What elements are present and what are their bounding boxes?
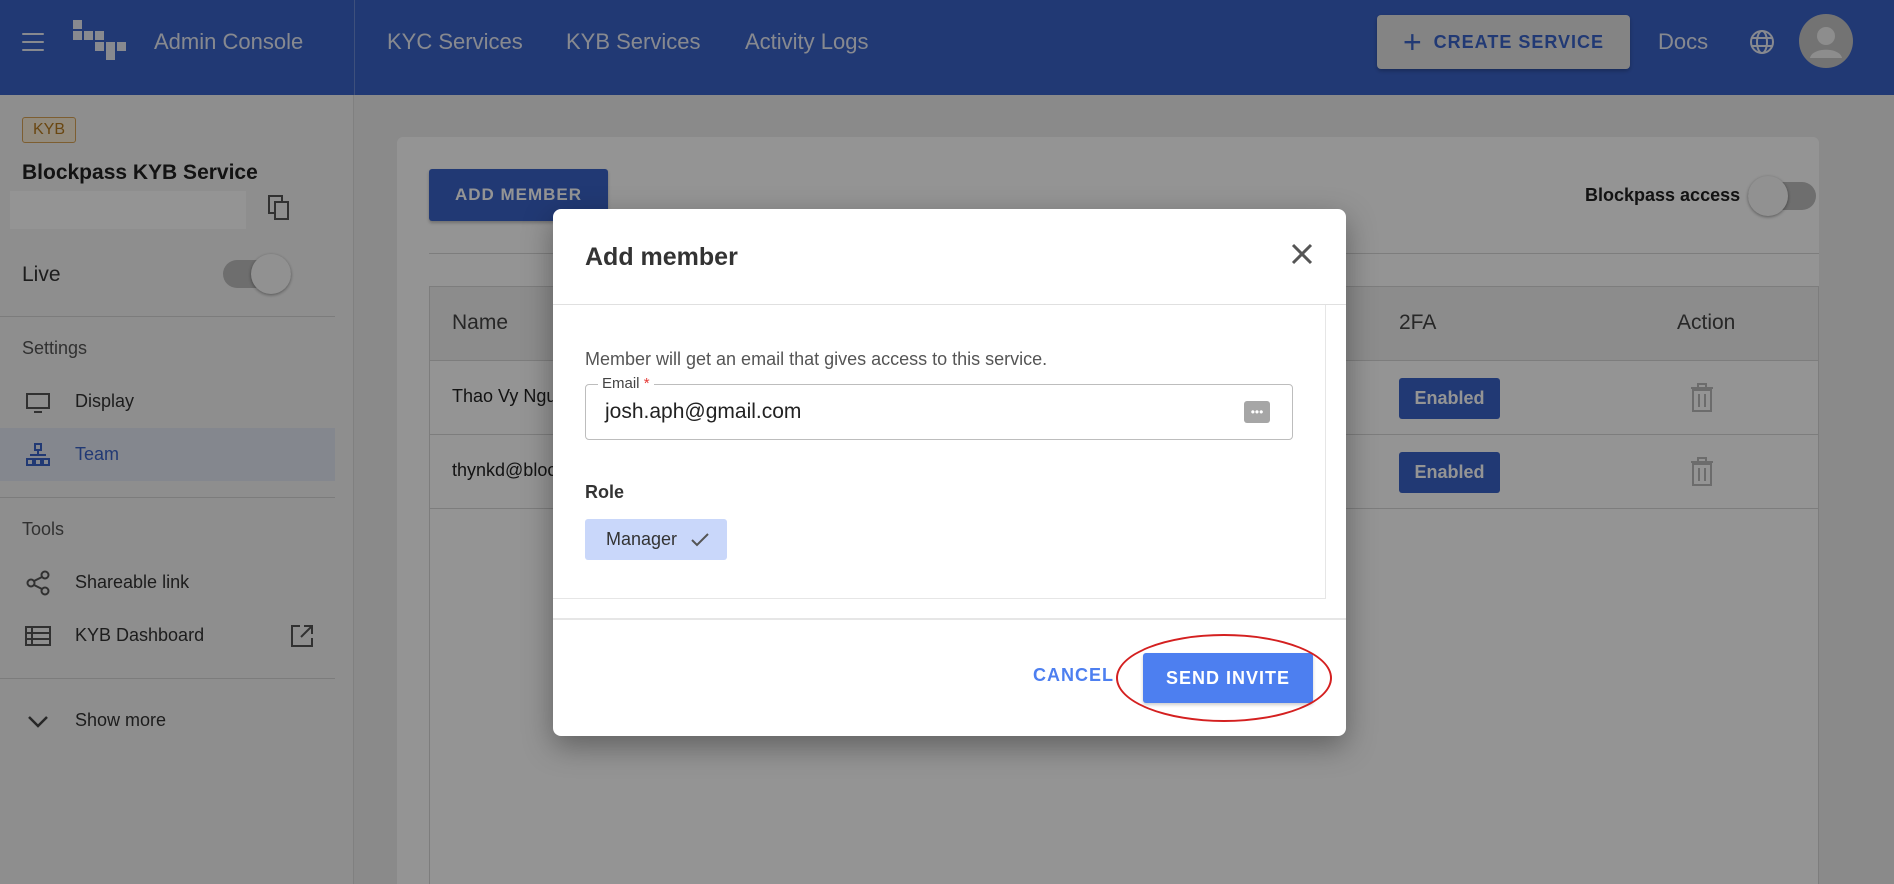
- cancel-button[interactable]: CANCEL: [1033, 665, 1114, 686]
- check-icon: [691, 532, 709, 546]
- dialog-body: Member will get an email that gives acce…: [553, 305, 1326, 599]
- helper-text: Member will get an email that gives acce…: [585, 349, 1048, 369]
- role-chip-manager[interactable]: Manager: [585, 519, 727, 560]
- password-manager-icon[interactable]: •••: [1244, 401, 1270, 423]
- close-icon[interactable]: [1289, 241, 1315, 267]
- highlight-annotation: [1116, 634, 1332, 722]
- dialog-footer-divider: [553, 618, 1346, 620]
- email-value: josh.aph@gmail.com: [605, 400, 802, 423]
- email-label: Email *: [598, 375, 654, 392]
- email-field[interactable]: Email * josh.aph@gmail.com •••: [585, 375, 1293, 440]
- role-label: Role: [585, 482, 625, 502]
- role-chip-label: Manager: [606, 529, 678, 549]
- dialog-title: Add member: [585, 243, 738, 271]
